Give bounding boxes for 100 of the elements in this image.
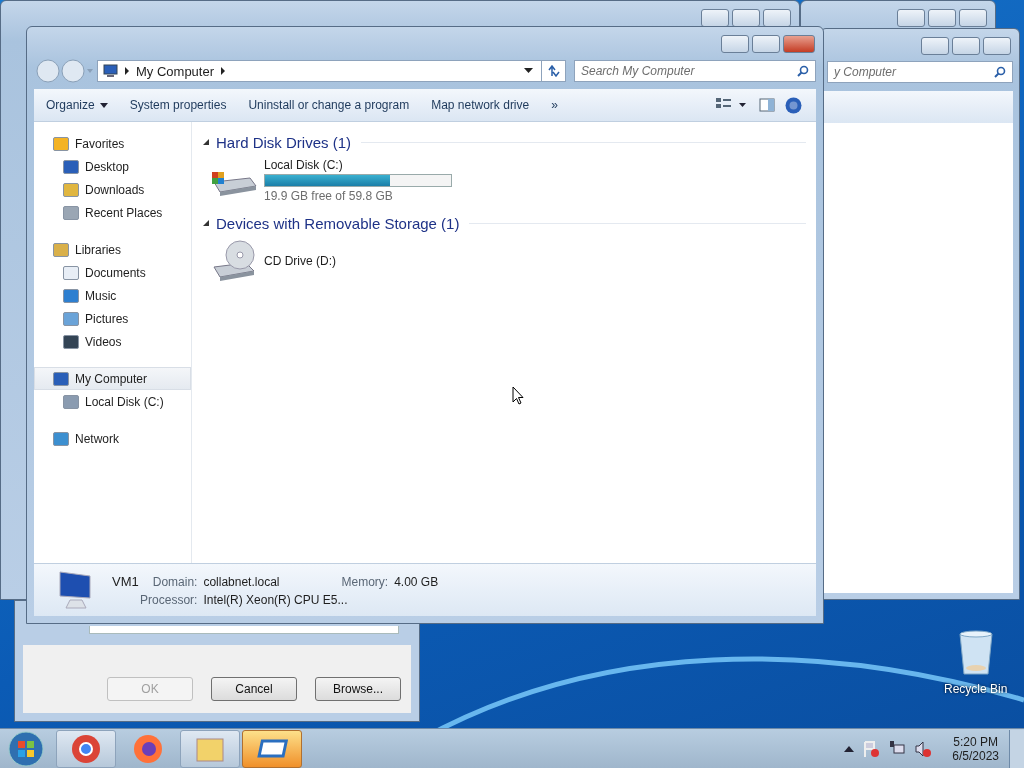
close-button[interactable] <box>959 9 987 27</box>
nav-label: Recent Places <box>85 205 163 220</box>
volume-muted-icon[interactable] <box>914 739 933 758</box>
maximize-button[interactable] <box>752 35 780 53</box>
computer-icon <box>102 64 118 78</box>
nav-item[interactable]: Network <box>34 427 191 450</box>
nav-label: Desktop <box>85 159 130 174</box>
dialog-button[interactable]: Cancel <box>211 677 297 701</box>
collapse-icon[interactable] <box>202 138 210 146</box>
nav-item[interactable]: My Computer <box>34 367 191 390</box>
address-bar[interactable]: My Computer <box>97 60 542 82</box>
dropdown-arrow-icon[interactable] <box>524 68 533 74</box>
drive-name[interactable]: Local Disk (C:) <box>264 158 452 172</box>
maximize-button[interactable] <box>952 37 980 55</box>
property-value: Intel(R) Xeon(R) CPU E5... <box>203 592 349 607</box>
desktop-icon[interactable]: Recycle Bin <box>944 630 1008 696</box>
cd-drive-icon <box>210 239 258 283</box>
clock[interactable]: 5:20 PM 6/5/2023 <box>952 734 999 763</box>
search-field[interactable]: y Computer <box>827 61 1013 83</box>
show-desktop-button[interactable] <box>1009 729 1024 768</box>
nav-item[interactable]: Pictures <box>34 307 191 330</box>
minimize-button[interactable] <box>921 37 949 55</box>
nav-label: Libraries <box>75 242 122 257</box>
property-label: Memory: <box>341 574 389 589</box>
search-icon <box>994 66 1006 78</box>
nav-label: Pictures <box>85 311 129 326</box>
taskbar-app-button[interactable] <box>56 729 116 768</box>
refresh-button[interactable] <box>542 60 566 82</box>
nav-icon <box>63 394 79 409</box>
nav-label: Local Disk (C:) <box>85 394 164 409</box>
property-label: Domain: <box>152 574 198 589</box>
property-value: 4.00 GB <box>394 574 439 589</box>
start-button[interactable] <box>6 728 46 768</box>
nav-label: Favorites <box>75 136 125 151</box>
breadcrumb-item[interactable]: My Computer <box>136 63 215 79</box>
close-button[interactable] <box>783 35 815 53</box>
nav-item[interactable]: Favorites <box>34 132 191 155</box>
nav-item[interactable]: Libraries <box>34 238 191 261</box>
flag-icon[interactable] <box>862 739 881 758</box>
nav-item[interactable]: Local Disk (C:) <box>34 390 191 413</box>
clock-time: 5:20 PM <box>953 734 998 749</box>
nav-label: Downloads <box>85 182 145 197</box>
drive-name[interactable]: CD Drive (D:) <box>264 254 336 268</box>
toolbar-button[interactable]: Organize <box>40 94 114 116</box>
search-field[interactable]: Search My Computer <box>574 60 816 82</box>
minimize-button[interactable] <box>897 9 925 27</box>
maximize-button[interactable] <box>928 9 956 27</box>
nav-icon <box>63 288 79 303</box>
refresh-icon <box>546 65 561 77</box>
nav-icon <box>63 311 79 326</box>
clock-date: 6/5/2023 <box>952 748 999 763</box>
nav-item[interactable]: Desktop <box>34 155 191 178</box>
open-input-field[interactable] <box>89 626 399 634</box>
nav-label: Network <box>75 431 119 446</box>
minimize-button[interactable] <box>721 35 749 53</box>
nav-icon <box>53 431 69 446</box>
search-icon <box>797 65 809 77</box>
nav-icon <box>53 242 69 257</box>
nav-icon <box>63 182 79 197</box>
group-header[interactable]: Hard Disk Drives (1) <box>216 133 351 151</box>
taskbar-app-button[interactable] <box>242 729 302 768</box>
computer-name: VM1 <box>112 573 139 589</box>
nav-label: Music <box>85 288 117 303</box>
mouse-pointer-icon <box>512 386 524 405</box>
back-forward-buttons-drawing[interactable] <box>35 58 93 84</box>
nav-item[interactable]: Videos <box>34 330 191 353</box>
property-label: Processor: <box>139 592 198 607</box>
toolbar-button[interactable]: System properties <box>123 94 233 116</box>
chevron-icon <box>124 67 130 75</box>
nav-icon <box>53 371 69 386</box>
nav-item[interactable]: Recent Places <box>34 201 191 224</box>
nav-icon <box>63 205 79 220</box>
nav-icon <box>53 136 69 151</box>
show-hidden-icons-icon[interactable] <box>844 745 855 752</box>
caret-icon <box>99 102 108 108</box>
toolbar-button[interactable]: Map network drive <box>425 94 536 116</box>
maximize-button[interactable] <box>732 9 760 27</box>
toolbar-button[interactable]: » <box>545 94 564 116</box>
nav-label: Documents <box>85 265 146 280</box>
collapse-icon[interactable] <box>202 219 210 227</box>
dialog-button[interactable]: Browse... <box>315 677 401 701</box>
desktop-icon-label: Recycle Bin <box>944 682 1008 696</box>
close-button[interactable] <box>763 9 791 27</box>
nav-item[interactable]: Downloads <box>34 178 191 201</box>
nav-item[interactable]: Documents <box>34 261 191 284</box>
nav-icon <box>63 265 79 280</box>
free-space-text: 19.9 GB free of 59.8 GB <box>264 189 394 203</box>
group-header[interactable]: Devices with Removable Storage (1) <box>216 214 460 232</box>
nav-icon <box>63 159 79 174</box>
toolbar-button[interactable]: Uninstall or change a program <box>242 94 416 116</box>
taskbar-app-button[interactable] <box>180 729 240 768</box>
preview-pane-icon[interactable] <box>759 98 775 112</box>
nav-label: Videos <box>85 334 122 349</box>
chevron-icon <box>220 67 227 75</box>
browser-icon <box>70 732 102 765</box>
minimize-button[interactable] <box>701 9 729 27</box>
nav-item[interactable]: Music <box>34 284 191 307</box>
property-value: collabnet.local <box>203 574 280 589</box>
close-button[interactable] <box>983 37 1011 55</box>
help-icon[interactable] <box>785 96 802 114</box>
